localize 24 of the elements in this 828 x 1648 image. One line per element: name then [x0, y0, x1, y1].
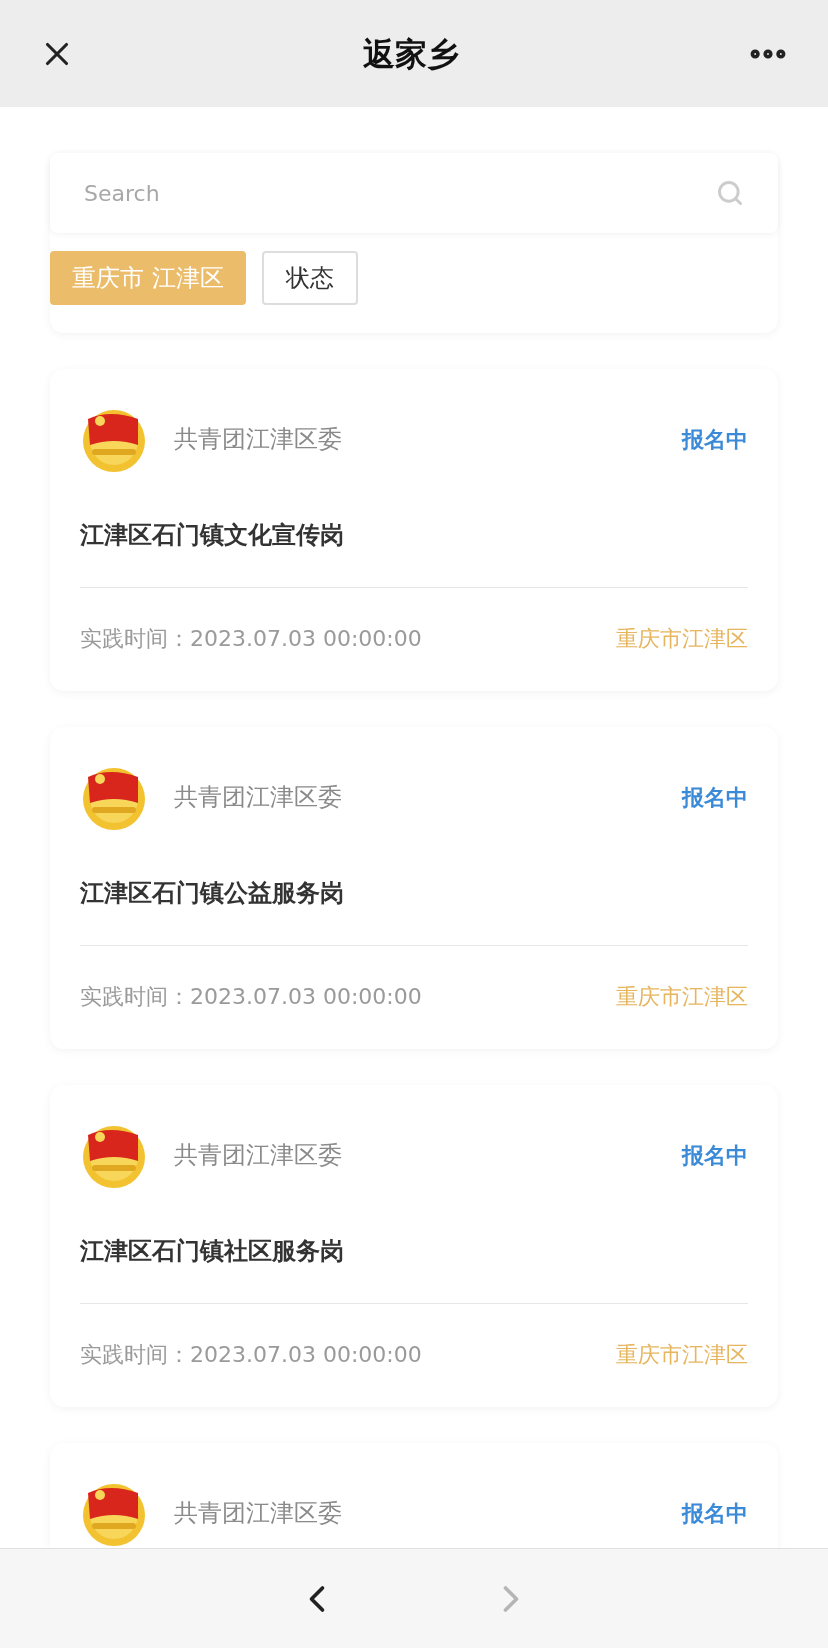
- organizer-name: 共青团江津区委: [174, 424, 343, 455]
- job-title: 江津区石门镇文化宣传岗: [80, 520, 345, 551]
- status-label: 报名中: [682, 1141, 748, 1170]
- job-title: 江津区石门镇社区服务岗: [80, 1236, 345, 1267]
- practice-time: 实践时间：2023.07.03 00:00:00: [80, 1341, 423, 1369]
- search-field[interactable]: Search: [84, 176, 716, 210]
- page-title: 返家乡: [362, 33, 460, 75]
- location-label: 重庆市江津区: [616, 983, 748, 1011]
- filter-chip[interactable]: 状态: [261, 251, 358, 305]
- practice-time: 实践时间：2023.07.03 00:00:00: [80, 983, 423, 1011]
- organizer-name: 共青团江津区委: [174, 1140, 343, 1171]
- status-label: 报名中: [682, 1499, 748, 1528]
- location-label: 重庆市江津区: [616, 625, 748, 653]
- status-label: 报名中: [682, 425, 748, 454]
- job-card[interactable]: 共青团江津区委 报名中: [50, 1443, 778, 1548]
- job-title: 江津区石门镇公益服务岗: [80, 878, 345, 909]
- status-label: 报名中: [682, 783, 748, 812]
- practice-time: 实践时间：2023.07.03 00:00:00: [80, 625, 423, 653]
- organizer-name: 共青团江津区委: [174, 782, 343, 813]
- job-card[interactable]: 共青团江津区委 报名中 江津区石门镇公益服务岗 实践时间：2023.07.03 00:00:00 重庆市江津区: [50, 727, 778, 1049]
- job-card[interactable]: 共青团江津区委 报名中 江津区石门镇社区服务岗 实践时间：2023.07.03 00:00:00 重庆市江津区: [50, 1085, 778, 1407]
- location-label: 重庆市江津区: [616, 1341, 748, 1369]
- job-card[interactable]: 共青团江津区委 报名中 江津区石门镇文化宣传岗 实践时间：2023.07.03 00:00:00 重庆市江津区: [50, 369, 778, 691]
- organizer-name: 共青团江津区委: [174, 1498, 343, 1529]
